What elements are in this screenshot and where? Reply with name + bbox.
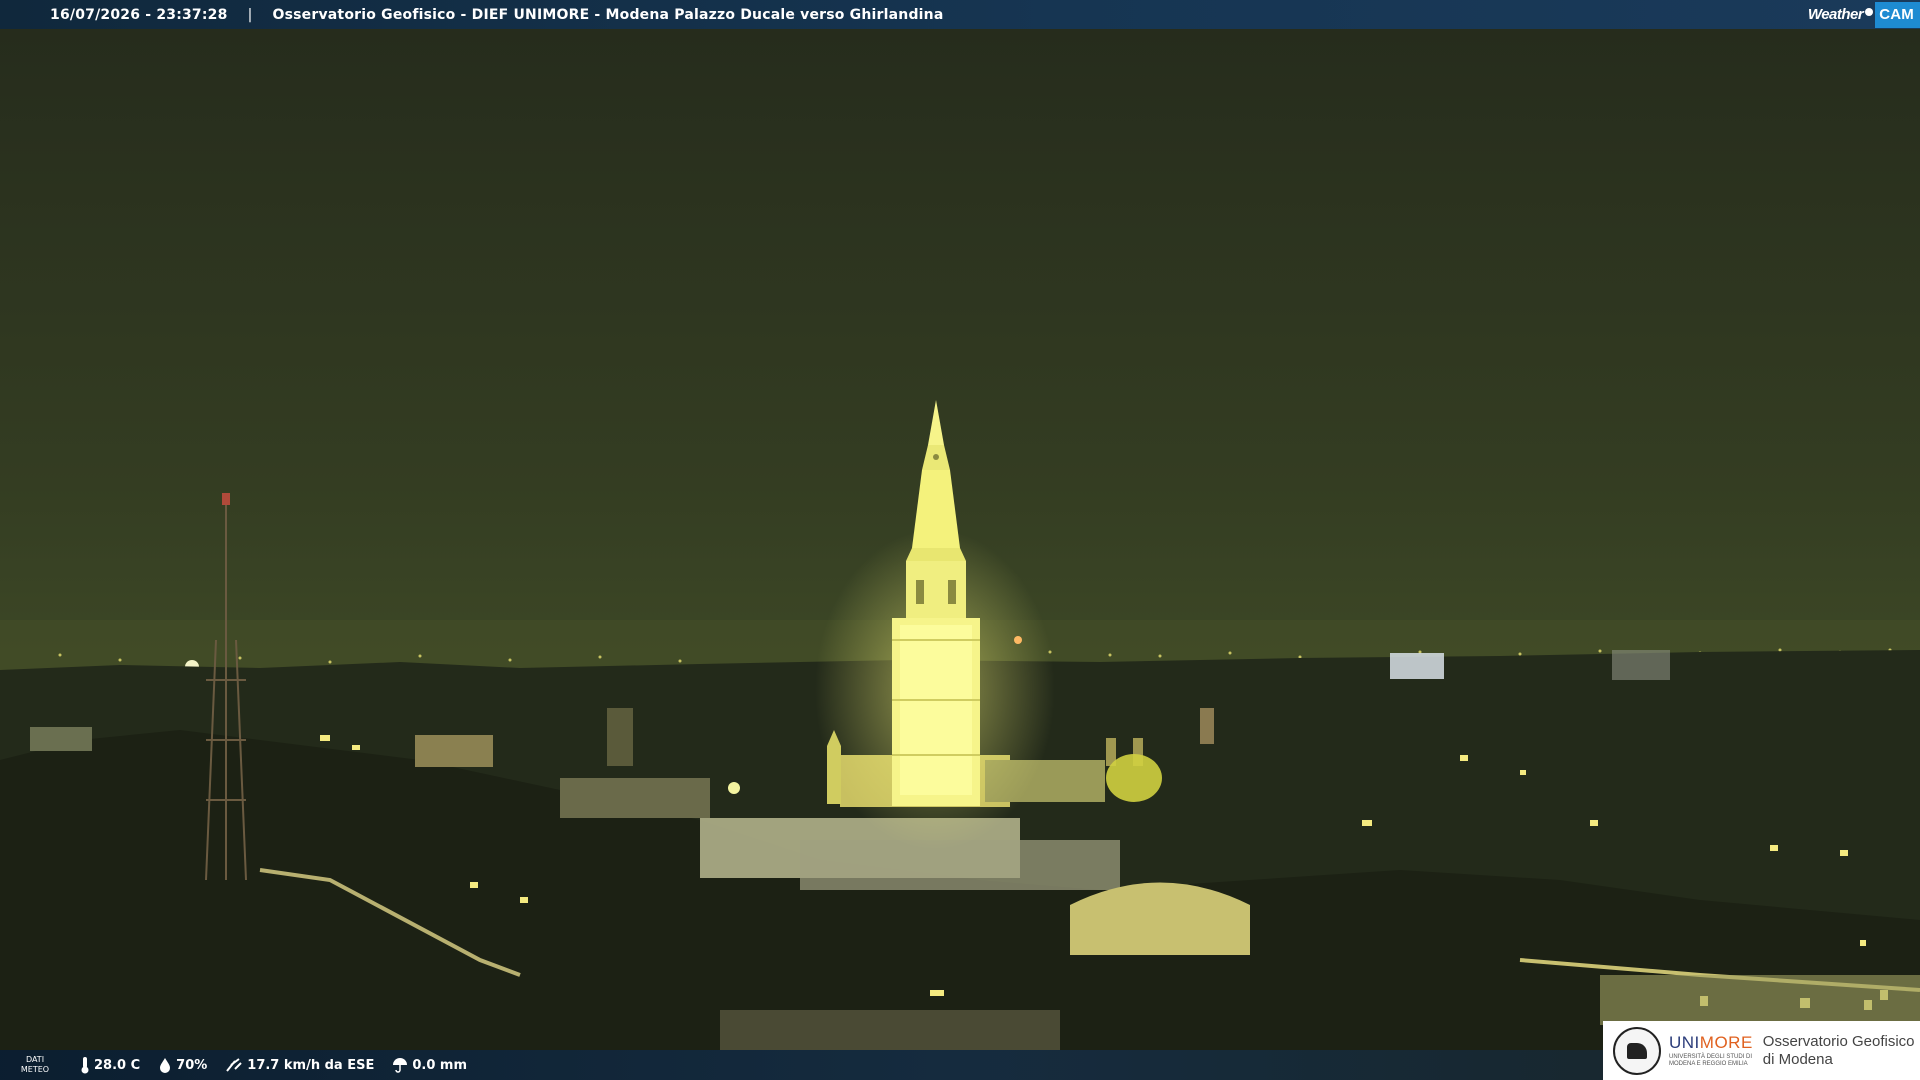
webcam-header-bar: 16/07/2026 - 23:37:28 | Osservatorio Geo… <box>0 0 1920 29</box>
logo-weather-text: Weather <box>1807 6 1864 23</box>
humidity-value: 70% <box>176 1057 208 1073</box>
meteo-label-line1: DATI <box>25 1055 45 1064</box>
webcam-scene <box>0 0 1920 1080</box>
observatory-line1: Osservatorio Geofisico <box>1762 1032 1915 1050</box>
umbrella-icon <box>393 1058 408 1073</box>
logo-dot-icon <box>1865 7 1874 16</box>
thermometer-icon <box>81 1057 89 1074</box>
timestamp: 16/07/2026 - 23:37:28 <box>50 6 228 23</box>
palazzo-wing <box>800 840 1120 890</box>
unimore-sub-line1: UNIVERSITÀ DEGLI STUDI DI <box>1669 1053 1753 1060</box>
building-far-right <box>1612 650 1670 680</box>
wind-readout: 17.7 km/h da ESE <box>225 1057 374 1073</box>
droplet-icon <box>160 1058 171 1073</box>
temperature-readout: 28.0 C <box>80 1056 140 1074</box>
cathedral-spire-1 <box>827 746 841 804</box>
humidity-readout: 70% <box>158 1057 207 1073</box>
building-foreground-center <box>720 1010 1060 1050</box>
rain-readout: 0.0 mm <box>392 1057 467 1073</box>
unimore-wordmark: UNIMORE <box>1669 1032 1753 1052</box>
weathercam-logo: Weather CAM <box>1808 0 1920 29</box>
building-left-lit <box>30 727 92 751</box>
observatory-line2: di Modena <box>1762 1050 1833 1068</box>
unimore-brand: UNIMORE UNIVERSITÀ DEGLI STUDI DI MODENA… <box>1669 1032 1753 1068</box>
rain-value: 0.0 mm <box>412 1057 467 1073</box>
meteo-data-bar: DATI METEO 28.0 C 70% 17.7 km/h da ESE 0… <box>0 1050 1605 1080</box>
observatory-name: Osservatorio Geofisico di Modena <box>1763 1033 1915 1069</box>
church-tower-left <box>607 708 633 766</box>
building-mid-left <box>415 735 493 767</box>
lit-tree <box>1106 754 1162 802</box>
unimore-subtitle: UNIVERSITÀ DEGLI STUDI DI MODENA E REGGI… <box>1669 1054 1753 1068</box>
unimore-logo-panel: UNIMORE UNIVERSITÀ DEGLI STUDI DI MODENA… <box>1603 1021 1920 1080</box>
wind-icon <box>226 1058 242 1072</box>
building-foreground-right <box>1600 975 1920 1025</box>
wind-value: 17.7 km/h da ESE <box>247 1057 375 1073</box>
unimore-sub-line2: MODENA E REGGIO EMILIA <box>1669 1060 1748 1067</box>
white-building <box>1390 653 1444 679</box>
meteo-label-line2: METEO <box>20 1065 50 1074</box>
lamp-cathedral <box>728 782 740 794</box>
temperature-value: 28.0 C <box>94 1057 141 1073</box>
logo-cam-text: CAM <box>1875 1 1920 28</box>
unimore-seal-icon <box>1613 1026 1661 1075</box>
brand-uni: UNI <box>1669 1032 1700 1052</box>
header-separator: | <box>247 6 253 23</box>
webcam-title: Osservatorio Geofisico - DIEF UNIMORE - … <box>272 6 944 23</box>
mast-top <box>222 493 230 505</box>
brand-more: MORE <box>1699 1032 1753 1052</box>
red-tower <box>1200 708 1214 744</box>
meteo-label: DATI METEO <box>0 1055 70 1075</box>
building-cathedral-left <box>560 778 710 818</box>
